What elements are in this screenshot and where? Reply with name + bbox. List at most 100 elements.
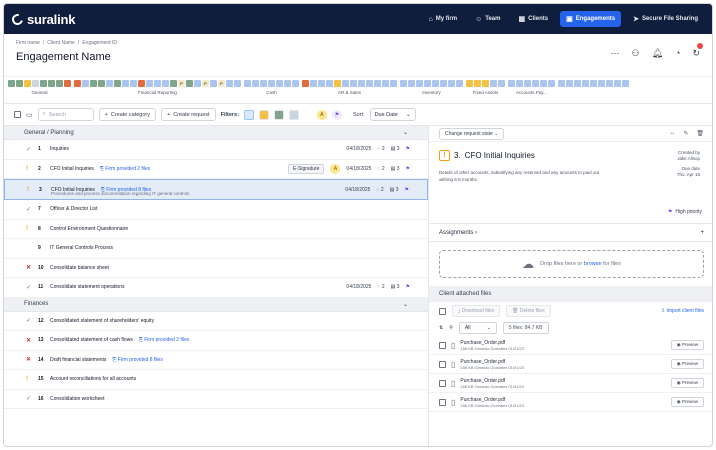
section-1[interactable]: P P P Financial Reporting (74, 80, 241, 100)
nav-team[interactable]: ☺ Team (469, 12, 506, 27)
progress-cell[interactable] (358, 80, 365, 87)
progress-cell[interactable] (474, 80, 481, 87)
progress-cell[interactable] (234, 80, 241, 87)
progress-cell[interactable] (400, 80, 407, 87)
file-checkbox[interactable] (439, 360, 446, 368)
file-count[interactable]: ▤ 3 (391, 146, 400, 152)
section-5[interactable]: Fixed Assets (466, 80, 505, 100)
progress-cell[interactable] (614, 80, 621, 87)
progress-cell[interactable] (456, 80, 463, 87)
progress-cell[interactable] (498, 80, 505, 87)
filter-funnel-icon[interactable]: ⚲ (449, 325, 453, 331)
progress-cell[interactable]: P (218, 80, 225, 87)
create-category-button[interactable]: + Create category (98, 108, 156, 121)
progress-cell[interactable] (482, 80, 489, 87)
request-row[interactable]: ✕ 10 Consolidate balance sheet (4, 259, 428, 278)
comment-count[interactable]: ◌ 2 (376, 187, 383, 193)
progress-cell[interactable] (326, 80, 333, 87)
filter-blue-square[interactable] (243, 109, 254, 120)
request-row[interactable]: ✓ 12 Consolidated statement of shareholder… (4, 312, 428, 331)
delete-files-button[interactable]: 🗑︎ Delete files (506, 305, 551, 317)
progress-cell[interactable] (606, 80, 613, 87)
assignee-avatar[interactable]: A (330, 163, 341, 174)
progress-cell[interactable] (566, 80, 573, 87)
progress-cell[interactable] (40, 80, 47, 87)
nav-clients[interactable]: ▦ Clients (512, 11, 554, 27)
progress-cell[interactable] (186, 80, 193, 87)
assignments-row[interactable]: Assignments › + (429, 224, 712, 242)
progress-cell[interactable] (466, 80, 473, 87)
file-row[interactable]: ▯ Purchase_Order.pdf 158 KB Gerardo Gonzal… (429, 393, 712, 412)
progress-cell[interactable] (342, 80, 349, 87)
chart-icon[interactable]: ◔ (675, 48, 680, 59)
progress-cell[interactable] (260, 80, 267, 87)
comment-count[interactable]: ◌ 2 (377, 166, 384, 172)
request-row[interactable]: ! 15 Account reconciliations for all accou… (4, 370, 428, 390)
progress-cell[interactable] (416, 80, 423, 87)
progress-cell[interactable] (590, 80, 597, 87)
progress-cell[interactable] (524, 80, 531, 87)
progress-cell[interactable] (574, 80, 581, 87)
progress-cell[interactable] (334, 80, 341, 87)
sort-az-icon[interactable]: ⇅ (439, 325, 443, 331)
request-row[interactable]: ✕ 13 Consolidated statement of cash flows ⎘… (4, 331, 428, 351)
request-row[interactable]: ✕ 14 Draft financial statements ⎘ Firm prov… (4, 351, 428, 370)
delete-icon[interactable]: 🗑︎ (696, 130, 704, 137)
progress-cell[interactable] (366, 80, 373, 87)
progress-cell[interactable] (210, 80, 217, 87)
browse-link[interactable]: browse (584, 261, 602, 267)
preview-button[interactable]: ◉ Preview (670, 397, 704, 407)
file-row[interactable]: ▯ Purchase_Order.pdf 158 KB Gerardo Gonzal… (429, 374, 712, 393)
preview-button[interactable]: ◉ Preview (670, 340, 704, 350)
progress-cell[interactable] (16, 80, 23, 87)
progress-cell[interactable] (82, 80, 89, 87)
group-header[interactable]: General / Planning ⌄ (4, 126, 428, 140)
progress-cell[interactable] (64, 80, 71, 87)
section-2[interactable]: Cash (244, 80, 299, 100)
progress-cell[interactable] (284, 80, 291, 87)
filter-avatar-a[interactable]: A (316, 109, 327, 120)
progress-cell[interactable] (56, 80, 63, 87)
breadcrumb-client[interactable]: Client Name (47, 40, 75, 46)
nav-engagements[interactable]: ▣ Engagements (560, 11, 622, 27)
file-drop-zone[interactable]: ☁ Drop files here or browse for files (439, 250, 704, 278)
progress-cell[interactable]: P (178, 80, 185, 87)
progress-cell[interactable] (114, 80, 121, 87)
request-row[interactable]: ✓ 16 Consolidation worksheet (4, 390, 428, 409)
file-row[interactable]: ▯ Purchase_Order.pdf 158 KB Gerardo Gonzal… (429, 355, 712, 374)
file-count[interactable]: ▤ 3 (391, 166, 400, 172)
section-0[interactable]: General (8, 80, 71, 100)
progress-cell[interactable] (490, 80, 497, 87)
progress-cell[interactable]: P (202, 80, 209, 87)
file-filter-select[interactable]: All ⌄ (458, 322, 497, 334)
progress-cell[interactable] (268, 80, 275, 87)
section-3[interactable]: AR & Sales (302, 80, 397, 100)
firm-files-link[interactable]: ⎘ Firm provided 8 files (112, 357, 162, 363)
group-header[interactable]: Finances ⌄ (4, 297, 428, 312)
progress-cell[interactable] (226, 80, 233, 87)
firm-files-link[interactable]: ⎘ Firm provided 2 files (139, 337, 189, 343)
progress-cell[interactable] (48, 80, 55, 87)
progress-cell[interactable] (540, 80, 547, 87)
progress-cell[interactable] (146, 80, 153, 87)
edit-icon[interactable]: ✎ (683, 130, 688, 137)
comment-count[interactable]: ◌ 2 (377, 284, 384, 290)
filter-flag-icon[interactable]: ⚑ (331, 109, 342, 120)
download-files-button[interactable]: ⤓ Download files (452, 305, 501, 317)
progress-cell[interactable] (532, 80, 539, 87)
filter-yellow-square[interactable] (258, 109, 269, 120)
breadcrumb-firm[interactable]: Firm name (16, 40, 40, 46)
progress-cell[interactable] (106, 80, 113, 87)
progress-cell[interactable] (448, 80, 455, 87)
import-client-files-link[interactable]: ⇪ Import client files (661, 308, 704, 314)
request-row[interactable]: ! 8 Control Environment Questionnaire (4, 220, 428, 239)
progress-cell[interactable] (318, 80, 325, 87)
progress-cell[interactable] (516, 80, 523, 87)
progress-cell[interactable] (244, 80, 251, 87)
progress-cell[interactable] (90, 80, 97, 87)
change-state-dropdown[interactable]: Change request state ⌄ (439, 127, 505, 140)
file-checkbox[interactable] (439, 379, 446, 387)
filter-green-square[interactable] (273, 109, 284, 120)
request-row[interactable]: 9 IT General Controls Process (4, 239, 428, 259)
progress-cell[interactable] (424, 80, 431, 87)
